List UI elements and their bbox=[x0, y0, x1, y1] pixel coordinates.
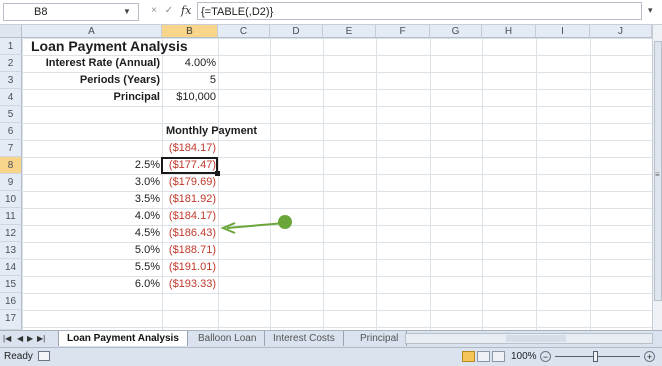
formula-input[interactable]: {=TABLE(,D2)} bbox=[197, 2, 642, 20]
horizontal-scrollbar[interactable] bbox=[405, 333, 653, 344]
zoom-slider-thumb[interactable] bbox=[593, 351, 598, 362]
column-header-f[interactable]: F bbox=[376, 25, 430, 38]
table-row-payment[interactable]: ($181.92) bbox=[162, 191, 216, 208]
column-header-e[interactable]: E bbox=[323, 25, 376, 38]
row-header[interactable]: 16 bbox=[0, 293, 22, 310]
column-header-j[interactable]: J bbox=[590, 25, 652, 38]
vertical-scrollbar[interactable]: ≡ bbox=[652, 25, 662, 330]
table-row-rate[interactable]: 2.5% bbox=[22, 157, 160, 174]
principal-value[interactable]: $10,000 bbox=[162, 89, 216, 106]
tab-loan-payment-analysis[interactable]: Loan Payment Analysis bbox=[58, 331, 188, 346]
active-cell-border[interactable] bbox=[161, 157, 218, 174]
callout-arrow-icon bbox=[220, 215, 292, 234]
column-header-c[interactable]: C bbox=[218, 25, 270, 38]
scroll-grip-icon: ≡ bbox=[655, 170, 660, 179]
column-header-h[interactable]: H bbox=[482, 25, 536, 38]
gridline bbox=[270, 38, 271, 330]
tab-balloon-loan[interactable]: Balloon Loan bbox=[190, 331, 266, 346]
formula-bar: B8 ▼ × ✓ fx {=TABLE(,D2)} ▾ bbox=[0, 0, 662, 25]
table-row-payment[interactable]: ($191.01) bbox=[162, 259, 216, 276]
row-header[interactable]: 6 bbox=[0, 123, 22, 140]
horizontal-scroll-thumb[interactable] bbox=[506, 335, 566, 342]
row-header[interactable]: 5 bbox=[0, 106, 22, 123]
interest-rate-label[interactable]: Interest Rate (Annual) bbox=[22, 55, 160, 72]
column-header-b[interactable]: B bbox=[162, 25, 218, 38]
status-bar: Ready 100% − + bbox=[0, 347, 662, 366]
principal-label[interactable]: Principal bbox=[22, 89, 160, 106]
row-header[interactable]: 9 bbox=[0, 174, 22, 191]
monthly-payment-header[interactable]: Monthly Payment bbox=[166, 123, 257, 140]
table-row-rate[interactable]: 3.5% bbox=[22, 191, 160, 208]
table-row-rate[interactable]: 5.5% bbox=[22, 259, 160, 276]
gridline bbox=[323, 38, 324, 330]
row-header[interactable]: 1 bbox=[0, 38, 22, 55]
last-sheet-icon[interactable]: ▶| bbox=[37, 331, 45, 347]
next-sheet-icon[interactable]: ▶ bbox=[27, 331, 33, 347]
row-header[interactable]: 11 bbox=[0, 208, 22, 225]
table-row-rate[interactable]: 3.0% bbox=[22, 174, 160, 191]
prev-sheet-icon[interactable]: ◀ bbox=[17, 331, 23, 347]
gridline bbox=[536, 38, 537, 330]
cancel-entry-icon[interactable]: × bbox=[147, 4, 161, 18]
first-sheet-icon[interactable]: |◀ bbox=[3, 331, 11, 347]
row-header[interactable]: 14 bbox=[0, 259, 22, 276]
row-header[interactable]: 7 bbox=[0, 140, 22, 157]
macro-record-icon[interactable] bbox=[38, 351, 50, 361]
column-header-a[interactable]: A bbox=[22, 25, 162, 38]
normal-view-button[interactable] bbox=[462, 351, 475, 362]
gridline bbox=[218, 38, 219, 330]
table-row-rate[interactable]: 6.0% bbox=[22, 276, 160, 293]
table-row-rate[interactable]: 5.0% bbox=[22, 242, 160, 259]
gridline bbox=[430, 38, 431, 330]
sheet-title[interactable]: Loan Payment Analysis bbox=[31, 38, 188, 55]
gridline bbox=[590, 38, 591, 330]
fill-handle[interactable] bbox=[215, 171, 220, 176]
periods-label[interactable]: Periods (Years) bbox=[22, 72, 160, 89]
zoom-in-button[interactable]: + bbox=[644, 351, 655, 362]
table-row-payment[interactable]: ($193.33) bbox=[162, 276, 216, 293]
column-header-g[interactable]: G bbox=[430, 25, 482, 38]
page-layout-view-button[interactable] bbox=[477, 351, 490, 362]
row-header[interactable]: 13 bbox=[0, 242, 22, 259]
gridline bbox=[482, 38, 483, 330]
zoom-level[interactable]: 100% bbox=[511, 348, 537, 366]
row-header[interactable]: 2 bbox=[0, 55, 22, 72]
base-payment-value[interactable]: ($184.17) bbox=[162, 140, 216, 157]
column-header-d[interactable]: D bbox=[270, 25, 323, 38]
row-header[interactable]: 3 bbox=[0, 72, 22, 89]
row-header[interactable]: 8 bbox=[0, 157, 22, 174]
zoom-out-button[interactable]: − bbox=[540, 351, 551, 362]
row-header[interactable]: 15 bbox=[0, 276, 22, 293]
column-header-i[interactable]: I bbox=[536, 25, 590, 38]
table-row-payment[interactable]: ($186.43) bbox=[162, 225, 216, 242]
interest-rate-value[interactable]: 4.00% bbox=[162, 55, 216, 72]
name-box-dropdown-icon[interactable]: ▼ bbox=[123, 4, 131, 20]
enter-entry-icon[interactable]: ✓ bbox=[162, 4, 176, 18]
periods-value[interactable]: 5 bbox=[162, 72, 216, 89]
row-header[interactable]: 12 bbox=[0, 225, 22, 242]
page-break-view-button[interactable] bbox=[492, 351, 505, 362]
row-header[interactable]: 10 bbox=[0, 191, 22, 208]
name-box-value: B8 bbox=[34, 6, 48, 18]
gridline bbox=[376, 38, 377, 330]
select-all-corner[interactable] bbox=[0, 25, 22, 38]
row-header[interactable]: 4 bbox=[0, 89, 22, 106]
table-row-rate[interactable]: 4.0% bbox=[22, 208, 160, 225]
table-row-payment[interactable]: ($184.17) bbox=[162, 208, 216, 225]
tab-interest-costs[interactable]: Interest Costs bbox=[265, 331, 344, 346]
row-header[interactable]: 17 bbox=[0, 310, 22, 330]
insert-function-button[interactable]: fx bbox=[181, 4, 191, 17]
status-ready: Ready bbox=[4, 351, 33, 362]
table-row-payment[interactable]: ($179.69) bbox=[162, 174, 216, 191]
table-row-rate[interactable]: 4.5% bbox=[22, 225, 160, 242]
tab-principal[interactable]: Principal bbox=[352, 331, 408, 346]
name-box[interactable]: B8 ▼ bbox=[3, 3, 139, 21]
sheet-tab-bar: |◀ ◀ ▶ ▶| Loan Payment Analysis Balloon … bbox=[0, 330, 662, 347]
expand-formula-bar-icon[interactable]: ▾ bbox=[648, 5, 653, 16]
table-row-payment[interactable]: ($188.71) bbox=[162, 242, 216, 259]
